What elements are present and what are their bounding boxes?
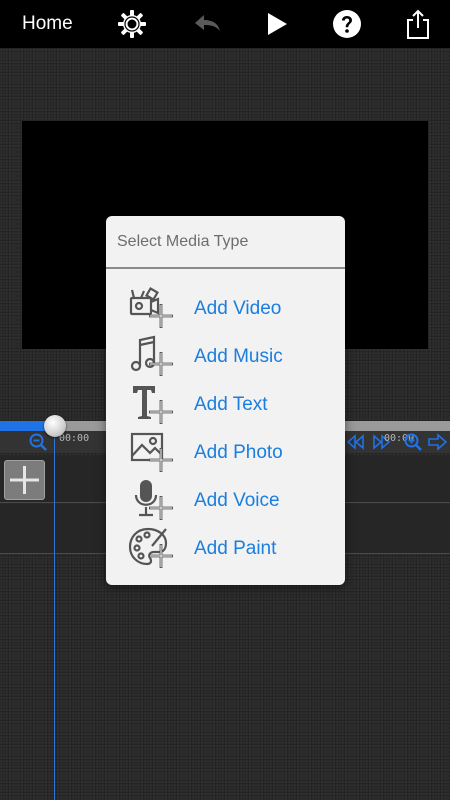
arrow-right-icon[interactable] xyxy=(428,432,448,452)
add-text-label: Add Text xyxy=(194,394,268,415)
add-music-option[interactable]: Add Music xyxy=(106,334,345,380)
popup-divider xyxy=(106,267,345,269)
add-voice-label: Add Voice xyxy=(194,490,280,511)
zoom-out-icon[interactable] xyxy=(28,432,48,452)
share-icon[interactable] xyxy=(402,8,434,40)
add-photo-option[interactable]: Add Photo xyxy=(106,430,345,476)
zoom-in-icon[interactable] xyxy=(403,432,423,452)
microphone-icon xyxy=(128,478,178,524)
add-photo-label: Add Photo xyxy=(194,442,283,463)
add-paint-label: Add Paint xyxy=(194,538,277,559)
add-voice-option[interactable]: Add Voice xyxy=(106,478,345,524)
rewind-icon[interactable] xyxy=(345,432,365,452)
top-toolbar: Home xyxy=(0,0,450,48)
add-text-option[interactable]: Add Text xyxy=(106,382,345,428)
photo-icon xyxy=(128,430,178,476)
add-video-label: Add Video xyxy=(194,298,282,319)
add-music-label: Add Music xyxy=(194,346,283,367)
text-icon xyxy=(128,382,178,428)
help-icon[interactable] xyxy=(331,8,363,40)
home-button[interactable]: Home xyxy=(22,12,73,36)
timeline-start-time: 00:00 xyxy=(59,433,90,444)
playhead-line xyxy=(54,437,55,800)
play-icon[interactable] xyxy=(261,8,293,40)
video-camera-icon xyxy=(128,286,178,332)
plus-icon xyxy=(10,466,39,494)
palette-icon xyxy=(128,526,178,572)
add-paint-option[interactable]: Add Paint xyxy=(106,526,345,572)
add-media-button[interactable] xyxy=(4,460,45,500)
select-media-popup: Select Media Type Add Video Add Music Ad… xyxy=(106,216,345,585)
music-note-icon xyxy=(128,334,178,380)
popup-title: Select Media Type xyxy=(117,233,249,250)
add-video-option[interactable]: Add Video xyxy=(106,286,345,332)
scrubber-knob[interactable] xyxy=(44,415,66,437)
gear-icon[interactable] xyxy=(116,8,148,40)
undo-icon[interactable] xyxy=(191,8,223,40)
